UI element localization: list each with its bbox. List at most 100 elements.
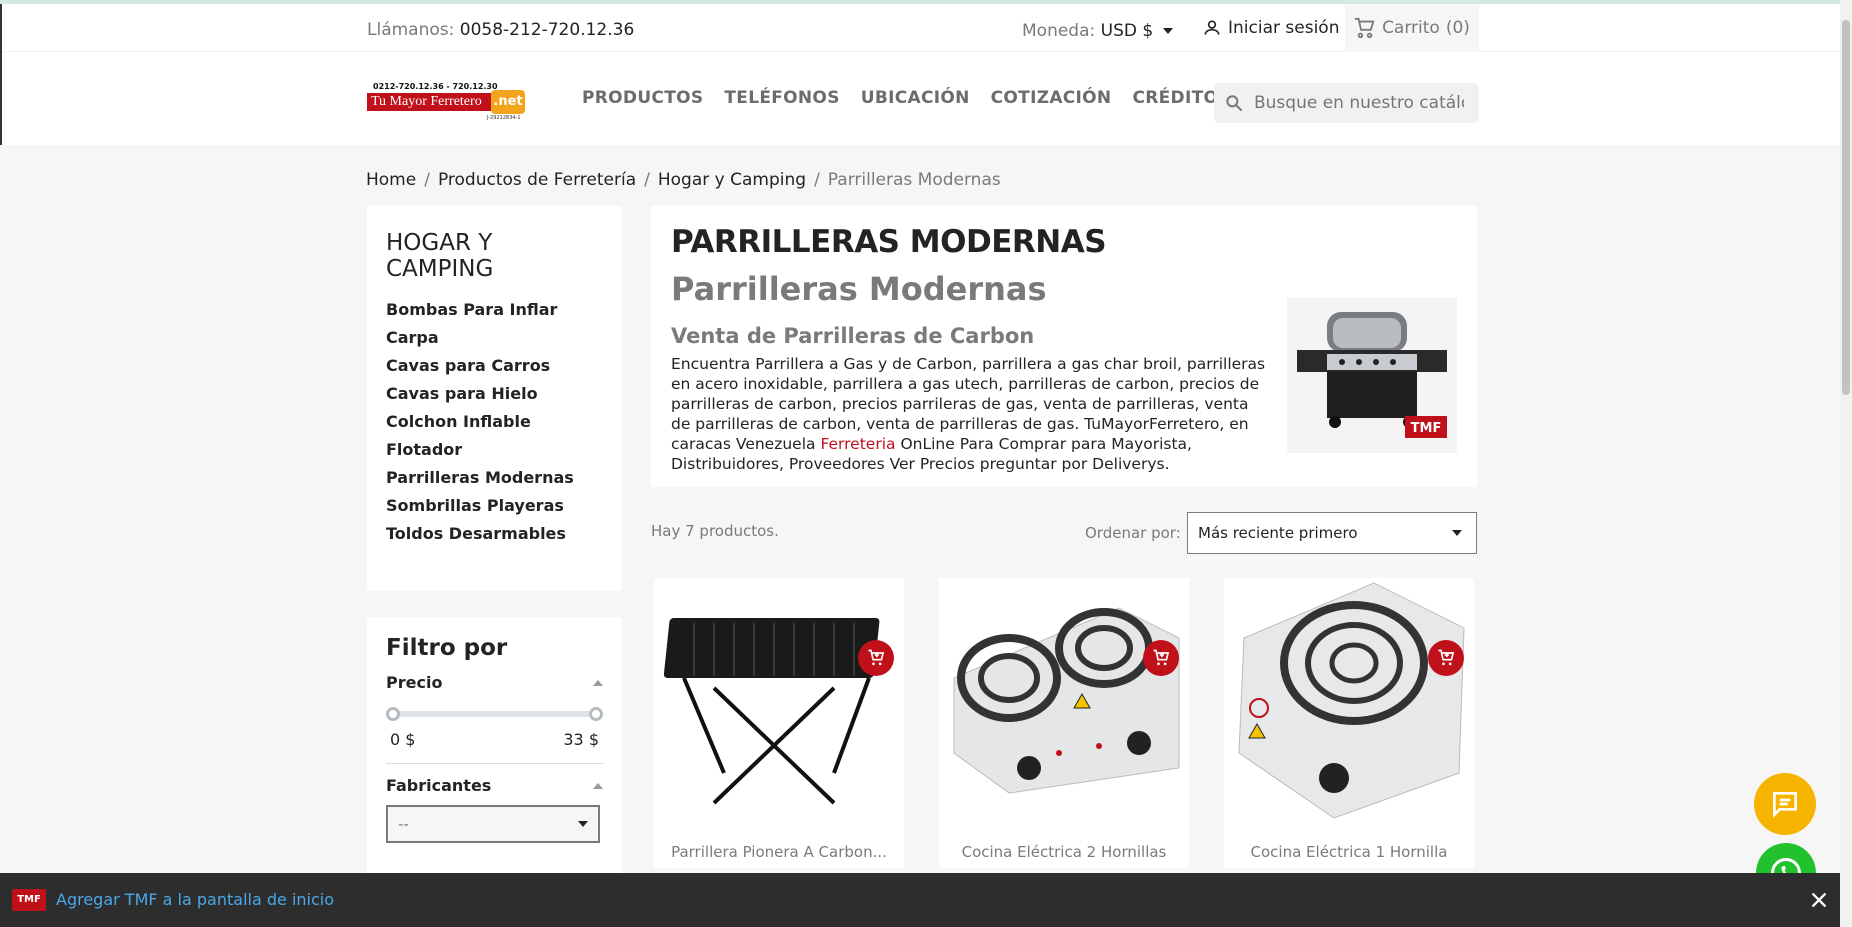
contact-phone[interactable]: 0058-212-720.12.36 [460, 20, 635, 40]
page-title: PARRILLERAS MODERNAS [671, 224, 1107, 260]
price-max: 33 $ [563, 730, 599, 749]
search-box [1214, 83, 1479, 123]
add-cart-icon [1438, 649, 1455, 666]
add-cart-icon [1153, 649, 1170, 666]
contact-info: Llámanos: 0058-212-720.12.36 [367, 20, 634, 40]
currency-value[interactable]: USD $ [1101, 21, 1154, 41]
caret-down-icon [578, 821, 588, 827]
price-slider [386, 702, 603, 726]
product-image[interactable] [654, 578, 904, 826]
chevron-up-icon[interactable] [593, 679, 603, 686]
site-logo[interactable]: 0212-720.12.36 - 720.12.30 Tu Mayor Ferr… [367, 82, 529, 122]
sort-label: Ordenar por: [1085, 524, 1181, 542]
contact-label: Llámanos: [367, 20, 455, 40]
breadcrumb-hogar[interactable]: Hogar y Camping [658, 170, 806, 190]
logo-phone: 0212-720.12.36 - 720.12.30 [373, 82, 498, 91]
currency-label: Moneda: [1022, 21, 1096, 41]
chat-icon [1773, 792, 1797, 818]
category-description: PARRILLERAS MODERNAS Parrilleras Moderna… [651, 206, 1477, 487]
ferreteria-link[interactable]: Ferreteria [820, 435, 895, 453]
logo-rif: J-29212834-1 [487, 115, 521, 121]
menu-item-ubicacion[interactable]: UBICACIÓN [861, 88, 970, 108]
tmf-badge: TMF [12, 889, 46, 911]
logo-net: .net [491, 90, 525, 114]
header-nav-bar: Llámanos: 0058-212-720.12.36 Moneda: USD… [2, 4, 1840, 52]
add-to-cart-button[interactable] [858, 640, 894, 676]
breadcrumb-separator: / [424, 170, 430, 190]
manufacturer-select[interactable]: -- [386, 805, 600, 843]
category-item[interactable]: Sombrillas Playeras [386, 492, 603, 520]
login-link[interactable]: Iniciar sesión [1202, 18, 1339, 38]
chat-button[interactable] [1754, 773, 1816, 835]
product-image[interactable] [939, 578, 1189, 826]
filter-panel: Filtro por Precio 0 $ 33 $ Fabricantes -… [367, 617, 622, 877]
sort-select-value: Más reciente primero [1198, 524, 1358, 542]
category-item[interactable]: Cavas para Carros [386, 352, 603, 380]
category-item[interactable]: Colchon Inflable [386, 408, 603, 436]
grill-image: TMF [1287, 298, 1457, 453]
cart-count: (0) [1445, 18, 1470, 38]
manufacturer-filter-label: Fabricantes [386, 776, 492, 795]
category-item[interactable]: Toldos Desarmables [386, 520, 603, 548]
search-icon[interactable] [1224, 93, 1244, 113]
breadcrumb-current: Parrilleras Modernas [827, 170, 1001, 190]
product-image[interactable] [1224, 578, 1474, 826]
price-slider-track [393, 711, 596, 717]
add-to-cart-button[interactable] [1143, 640, 1179, 676]
login-label: Iniciar sesión [1228, 18, 1340, 38]
breadcrumb-separator: / [814, 170, 820, 190]
menu-item-credito[interactable]: CRÉDITO [1132, 88, 1218, 108]
breadcrumb-separator: / [644, 170, 650, 190]
product-name[interactable]: Cocina Eléctrica 2 Hornillas [939, 843, 1189, 861]
category-item[interactable]: Bombas Para Inflar [386, 296, 603, 324]
manufacturer-select-value: -- [398, 815, 409, 833]
product-card[interactable]: Cocina Eléctrica 1 Hornilla [1224, 578, 1474, 868]
search-input[interactable] [1254, 93, 1464, 113]
add-to-home-link[interactable]: Agregar TMF a la pantalla de inicio [56, 890, 334, 909]
breadcrumb-productos[interactable]: Productos de Ferretería [438, 170, 636, 190]
scrollbar[interactable] [1840, 0, 1852, 927]
products-toolbar: Hay 7 productos. Ordenar por: Más recien… [651, 512, 1477, 554]
logo-brand: Tu Mayor Ferretero [367, 93, 507, 111]
caret-down-icon [1452, 530, 1462, 536]
product-count: Hay 7 productos. [651, 522, 779, 540]
chevron-up-icon[interactable] [593, 782, 603, 789]
sort-select[interactable]: Más reciente primero [1187, 512, 1477, 554]
currency-selector[interactable]: Moneda: USD $ [1022, 21, 1173, 41]
scrollbar-thumb[interactable] [1842, 20, 1850, 395]
product-name[interactable]: Parrillera Pionera A Carbon... [654, 843, 904, 861]
header-main: 0212-720.12.36 - 720.12.30 Tu Mayor Ferr… [2, 52, 1840, 145]
category-item[interactable]: Carpa [386, 324, 603, 352]
category-description-text: Encuentra Parrillera a Gas y de Carbon, … [671, 354, 1271, 474]
user-icon [1204, 20, 1220, 35]
price-filter-label: Precio [386, 673, 443, 692]
product-card[interactable]: Parrillera Pionera A Carbon... [654, 578, 904, 868]
close-icon[interactable] [1808, 889, 1830, 911]
add-cart-icon [868, 649, 885, 666]
product-name[interactable]: Cocina Eléctrica 1 Hornilla [1224, 843, 1474, 861]
price-slider-min-handle[interactable] [386, 707, 400, 721]
cart-label: Carrito [1382, 18, 1440, 38]
category-title[interactable]: HOGAR Y CAMPING [386, 230, 536, 282]
category-list: Bombas Para Inflar Carpa Cavas para Carr… [386, 296, 603, 548]
breadcrumb-home[interactable]: Home [366, 170, 416, 190]
filter-title: Filtro por [386, 635, 508, 661]
cart-icon [1354, 17, 1375, 39]
category-item[interactable]: Cavas para Hielo [386, 380, 603, 408]
menu-item-cotizacion[interactable]: COTIZACIÓN [991, 88, 1112, 108]
category-item[interactable]: Parrilleras Modernas [386, 464, 603, 492]
menu-item-productos[interactable]: PRODUCTOS [582, 88, 703, 108]
add-to-home-banner: TMF Agregar TMF a la pantalla de inicio [0, 873, 1840, 927]
menu-item-telefonos[interactable]: TELÉFONOS [724, 88, 839, 108]
cart-button[interactable]: Carrito (0) [1345, 4, 1479, 52]
caret-down-icon [1162, 28, 1173, 34]
product-card[interactable]: Cocina Eléctrica 2 Hornillas [939, 578, 1189, 868]
manufacturer-filter-header[interactable]: Fabricantes [386, 776, 603, 795]
add-to-cart-button[interactable] [1428, 640, 1464, 676]
site-header: Llámanos: 0058-212-720.12.36 Moneda: USD… [0, 4, 1840, 145]
price-filter-header[interactable]: Precio [386, 673, 603, 692]
category-item[interactable]: Flotador [386, 436, 603, 464]
price-min: 0 $ [390, 730, 416, 749]
price-slider-max-handle[interactable] [589, 707, 603, 721]
breadcrumb: Home / Productos de Ferretería / Hogar y… [366, 170, 1001, 190]
